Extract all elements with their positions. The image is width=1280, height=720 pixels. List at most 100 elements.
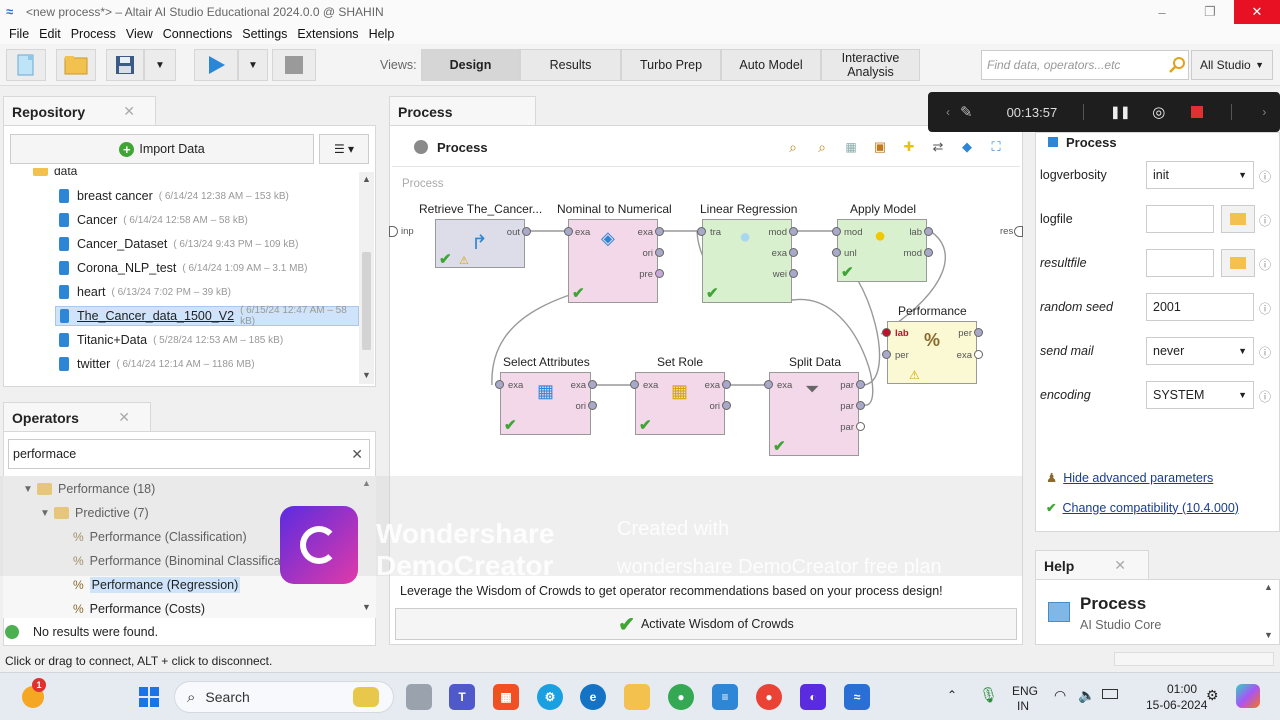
tab-process[interactable]: Process (389, 96, 536, 126)
info-icon[interactable]: ⓘ (1259, 212, 1271, 229)
chrome-icon[interactable]: ● (668, 684, 694, 710)
menu-help[interactable]: Help (369, 27, 395, 41)
logverbosity-select[interactable]: init ▼ (1146, 161, 1254, 189)
edge-icon[interactable]: e (580, 684, 606, 710)
battery-icon[interactable] (1102, 689, 1118, 699)
save-dropdown-button[interactable]: ▼ (144, 49, 176, 81)
input-port[interactable] (882, 350, 891, 359)
altair-taskbar-icon[interactable]: ≈ (844, 684, 870, 710)
menu-view[interactable]: View (126, 27, 153, 41)
input-port[interactable] (630, 380, 639, 389)
tab-operators[interactable]: Operators ✕ (3, 402, 151, 432)
menu-connections[interactable]: Connections (163, 27, 233, 41)
maximize-button[interactable]: ❐ (1186, 0, 1234, 24)
hide-advanced-link[interactable]: ♟ Hide advanced parameters (1046, 470, 1213, 486)
output-port[interactable] (655, 269, 664, 278)
logfile-input[interactable] (1146, 205, 1214, 233)
list-item[interactable]: Titanic+Data ( 5/28/24 12:53 AM – 185 kB) (59, 330, 283, 350)
zoom-in-icon[interactable]: ⌕ (784, 138, 802, 156)
menu-edit[interactable]: Edit (39, 27, 61, 41)
activate-wisdom-button[interactable]: ✔ Activate Wisdom of Crowds (395, 608, 1017, 640)
output-port[interactable] (588, 380, 597, 389)
chevron-left-icon[interactable]: ‹ (946, 105, 950, 119)
info-icon[interactable]: ⓘ (1259, 256, 1271, 273)
tree-operator-selected[interactable]: % Performance (Regression) (73, 574, 241, 596)
pause-icon[interactable]: ❚❚ (1110, 105, 1130, 119)
input-port[interactable] (882, 328, 891, 337)
volume-icon[interactable]: 🔈 (1078, 687, 1095, 704)
output-port[interactable] (789, 227, 798, 236)
operator-performance[interactable]: lab per per exa % ⚠ (887, 321, 977, 384)
output-port[interactable] (655, 248, 664, 257)
tab-turbo-prep[interactable]: Turbo Prep (621, 49, 721, 81)
operator-select-attributes[interactable]: exa exa ori ▦ ✔ (500, 372, 591, 435)
output-port[interactable] (655, 227, 664, 236)
output-port[interactable] (522, 227, 531, 236)
menu-settings[interactable]: Settings (242, 27, 287, 41)
search-scope-select[interactable]: All Studio ▼ (1191, 50, 1273, 80)
list-item-selected[interactable]: The_Cancer_data_1500_V2 ( 6/15/24 12:47 A… (55, 305, 359, 327)
tree-operator[interactable]: % Performance (Costs) (73, 598, 205, 618)
camera-icon[interactable]: ◎ (1152, 103, 1165, 121)
input-port[interactable] (564, 227, 573, 236)
output-port[interactable] (588, 401, 597, 410)
send-mail-select[interactable]: never ▼ (1146, 337, 1254, 365)
tab-help[interactable]: Help ✕ (1035, 550, 1149, 580)
clock-date[interactable]: 15-06-2024 (1146, 698, 1207, 712)
run-dropdown-button[interactable]: ▼ (238, 49, 268, 81)
open-process-button[interactable] (56, 49, 96, 81)
auto-wire-icon[interactable]: ⇄ (929, 138, 947, 156)
chrome-profile-icon[interactable]: ● (756, 684, 782, 710)
pen-icon[interactable]: ✎ (960, 103, 973, 121)
random-seed-input[interactable]: 2001 (1146, 293, 1254, 321)
weather-widget-icon[interactable]: 1 (20, 678, 46, 710)
output-port[interactable] (789, 248, 798, 257)
language-secondary[interactable]: IN (1017, 699, 1029, 713)
output-port[interactable] (856, 401, 865, 410)
list-item[interactable]: heart ( 6/13/24 7:02 PM – 39 kB) (59, 282, 231, 302)
teams-icon[interactable]: T (449, 684, 475, 710)
list-item[interactable]: Cancer ( 6/14/24 12:58 AM – 58 kB) (59, 210, 248, 230)
clear-icon[interactable]: ✕ (351, 446, 363, 463)
wifi-icon[interactable]: ◠ (1054, 687, 1066, 704)
layout-icon[interactable]: ▦ (842, 138, 860, 156)
input-port[interactable] (832, 227, 841, 236)
repository-scrollbar[interactable]: ▲ ▼ (359, 172, 374, 384)
resultfile-input[interactable] (1146, 249, 1214, 277)
close-icon[interactable]: ✕ (118, 409, 130, 426)
scrollbar-thumb[interactable] (362, 252, 371, 350)
clock-time[interactable]: 01:00 (1167, 682, 1197, 696)
menu-process[interactable]: Process (71, 27, 116, 41)
store-icon[interactable]: ▦ (493, 684, 519, 710)
3d-view-icon[interactable]: ◆ (958, 138, 976, 156)
change-compatibility-link[interactable]: ✔ Change compatibility (10.4.000) (1046, 500, 1239, 516)
copilot-icon[interactable] (1236, 684, 1260, 708)
task-view-icon[interactable] (406, 684, 432, 710)
help-scrollbar[interactable]: ▲ ▼ (1262, 582, 1276, 642)
encoding-select[interactable]: SYSTEM ▼ (1146, 381, 1254, 409)
output-port[interactable] (722, 380, 731, 389)
democreator-taskbar-icon[interactable]: ◐ (800, 684, 826, 710)
fit-view-icon[interactable]: ⛶ (987, 138, 1005, 156)
repository-menu-button[interactable]: ☰ ▾ (319, 134, 369, 164)
folder-data[interactable]: data (33, 168, 77, 178)
notepad-icon[interactable]: ≡ (712, 684, 738, 710)
taskbar-search-box[interactable]: ⌕ Search (174, 681, 394, 713)
info-icon[interactable]: ⓘ (1259, 344, 1271, 361)
operator-linear-regression[interactable]: tra mod exa wei ● ✔ (702, 219, 792, 303)
windows-start-icon[interactable] (136, 684, 162, 710)
operator-search-input[interactable]: performace ✕ (8, 439, 370, 469)
operator-retrieve[interactable]: out ↱ ✔ ⚠ (435, 219, 525, 268)
close-button[interactable]: ✕ (1234, 0, 1280, 24)
input-port[interactable] (764, 380, 773, 389)
process-breadcrumb[interactable]: Process (414, 138, 488, 156)
operator-nominal-to-numerical[interactable]: exa exa ori pre ◈ ✔ (568, 219, 658, 303)
output-port[interactable] (924, 248, 933, 257)
list-item[interactable]: twitter ( 6/14/24 12:14 AM – 1186 MB) (59, 354, 255, 374)
language-primary[interactable]: ENG (1012, 684, 1038, 698)
save-button[interactable] (106, 49, 144, 81)
paste-icon[interactable]: ▣ (871, 138, 889, 156)
browse-logfile-button[interactable] (1221, 205, 1255, 233)
tab-interactive-analysis[interactable]: Interactive Analysis (821, 49, 920, 81)
info-icon[interactable]: ⓘ (1259, 168, 1271, 185)
